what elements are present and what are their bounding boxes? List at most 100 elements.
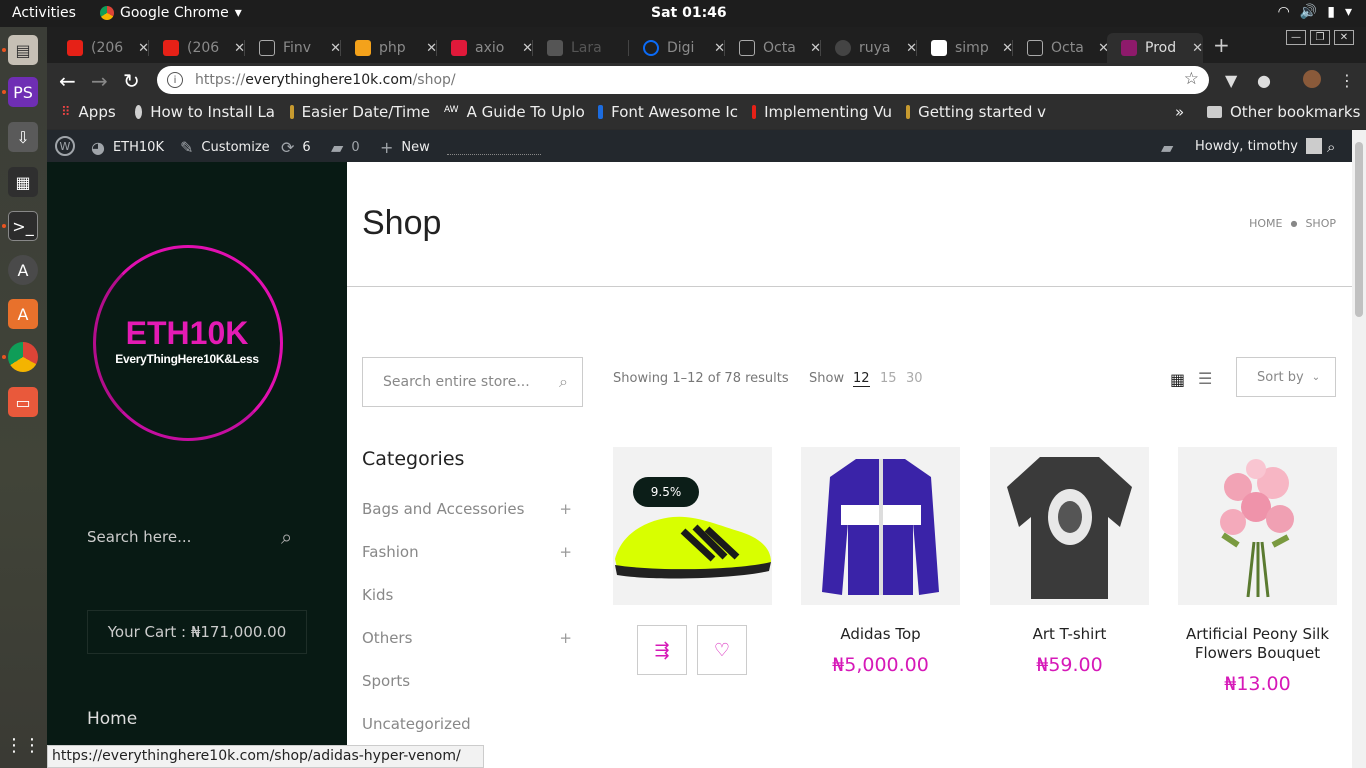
expand-icon[interactable]: + — [559, 500, 572, 518]
scrollbar-thumb[interactable] — [1355, 142, 1363, 317]
minimize-icon[interactable]: — — [1286, 30, 1306, 45]
menu-icon[interactable]: ⋮ — [1339, 71, 1355, 90]
product-image[interactable] — [990, 447, 1149, 605]
expand-icon[interactable]: + — [559, 543, 572, 561]
files-icon[interactable]: ▤ — [8, 35, 38, 65]
wp-site-name[interactable]: ◕ ETH10K — [91, 138, 164, 157]
wp-customize[interactable]: ✎ Customize — [180, 138, 270, 157]
bookmark-item[interactable]: AW A Guide To Uploa — [444, 103, 584, 121]
browser-tab[interactable]: Octa ✕ — [725, 33, 821, 63]
video-editor-icon[interactable]: ▦ — [8, 167, 38, 197]
show-apps-icon[interactable]: ⋮⋮ — [5, 730, 41, 760]
chrome-dock-icon[interactable] — [8, 342, 38, 372]
extension-icon[interactable]: ● — [1257, 71, 1271, 90]
wp-howdy[interactable]: Howdy, timothy — [1195, 138, 1322, 154]
bookmark-label: Easier Date/Time — [301, 103, 430, 121]
per-page-12[interactable]: 12 — [853, 371, 870, 387]
browser-tab[interactable]: (206 ✕ — [149, 33, 245, 63]
updater-icon[interactable]: A — [8, 255, 38, 285]
product-image[interactable]: 9.5% — [613, 447, 772, 605]
category-item[interactable]: Uncategorized — [362, 715, 572, 733]
page-scrollbar[interactable] — [1352, 130, 1366, 768]
product-card[interactable]: Artificial Peony Silk Flowers Bouquet ₦1… — [1178, 447, 1337, 695]
logo-title[interactable]: ETH10K — [47, 315, 327, 352]
info-icon[interactable]: i — [167, 72, 183, 88]
product-name[interactable]: Artificial Peony Silk Flowers Bouquet — [1178, 625, 1337, 663]
reload-icon[interactable]: ↻ — [123, 69, 140, 93]
close-icon[interactable]: ✕ — [1334, 30, 1354, 45]
bookmark-star-icon[interactable]: ☆ — [1184, 69, 1199, 89]
category-item[interactable]: Others + — [362, 629, 572, 647]
search-icon[interactable]: ⌕ — [1327, 138, 1335, 156]
browser-tab[interactable]: Digi ✕ — [629, 33, 725, 63]
wp-comments[interactable]: ▰ 0 — [331, 138, 360, 157]
browser-tab[interactable]: Lara — [533, 33, 629, 63]
per-page-15[interactable]: 15 — [880, 371, 897, 386]
per-page-30[interactable]: 30 — [906, 371, 923, 386]
category-item[interactable]: Sports — [362, 672, 572, 690]
cart-button[interactable]: Your Cart : ₦171,000.00 — [87, 610, 307, 654]
more-bookmarks-icon[interactable]: » — [1175, 103, 1184, 121]
new-tab-button[interactable]: + — [1213, 33, 1230, 57]
wp-notification-icon[interactable]: ▰ — [1161, 138, 1173, 157]
forward-icon[interactable]: → — [91, 69, 108, 93]
expand-icon[interactable]: + — [559, 629, 572, 647]
sort-dropdown[interactable]: Sort by ⌄ — [1236, 357, 1336, 397]
wordpress-logo-icon[interactable]: W — [55, 136, 75, 156]
bookmark-item[interactable]: Easier Date/Time — [290, 103, 430, 121]
app-menu[interactable]: Google Chrome ▾ — [100, 5, 242, 21]
grid-view-icon[interactable]: ▦ — [1170, 370, 1185, 389]
vue-devtools-icon[interactable]: ▼ — [1225, 71, 1237, 90]
browser-tab-active[interactable]: Prod ✕ — [1107, 33, 1203, 63]
terminal-icon[interactable]: >_ — [8, 211, 38, 241]
updates-icon: ⟳ — [281, 138, 295, 157]
product-name[interactable]: Art T-shirt — [990, 625, 1149, 644]
product-image[interactable] — [1178, 447, 1337, 605]
bookmark-label: A Guide To Uploa — [466, 103, 584, 121]
close-icon[interactable]: ✕ — [1192, 41, 1203, 56]
store-search-input[interactable]: Search entire store... ⌕ — [362, 357, 583, 407]
browser-tab[interactable]: ruya ✕ — [821, 33, 917, 63]
nav-home[interactable]: Home — [87, 709, 137, 729]
software-center-icon[interactable]: A — [8, 299, 38, 329]
browser-tab[interactable]: (206 ✕ — [53, 33, 149, 63]
search-icon[interactable]: ⌕ — [281, 525, 292, 549]
system-tray[interactable]: ◠ 🔊 ▮ ▾ — [1278, 4, 1352, 20]
sidebar-search-input[interactable]: Search here... — [87, 528, 307, 546]
bookmark-item[interactable]: Implementing Vu — [752, 103, 892, 121]
browser-tab[interactable]: php ✕ — [341, 33, 437, 63]
clock[interactable]: Sat 01:46 — [651, 5, 727, 21]
address-bar[interactable]: i https://everythinghere10k.com/shop/ ☆ — [157, 66, 1209, 94]
search-icon[interactable]: ⌕ — [559, 372, 568, 392]
breadcrumb-home[interactable]: HOME — [1249, 217, 1282, 230]
category-item[interactable]: Kids — [362, 586, 572, 604]
bookmark-item[interactable]: How to Install La — [135, 103, 275, 121]
wp-updates[interactable]: ⟳ 6 — [281, 138, 311, 157]
product-card[interactable]: Art T-shirt ₦59.00 — [990, 447, 1149, 676]
add-to-cart-button[interactable]: ⇶ — [637, 625, 687, 675]
profile-avatar[interactable] — [1303, 70, 1321, 88]
product-card[interactable]: Adidas Top ₦5,000.00 — [801, 447, 960, 676]
wishlist-button[interactable]: ♡ — [697, 625, 747, 675]
browser-tab[interactable]: Finv ✕ — [245, 33, 341, 63]
installer-icon[interactable]: ⇩ — [8, 122, 38, 152]
category-item[interactable]: Bags and Accessories + — [362, 500, 572, 518]
activities-button[interactable]: Activities — [12, 5, 76, 21]
maximize-icon[interactable]: ❐ — [1310, 30, 1330, 45]
back-icon[interactable]: ← — [59, 69, 76, 93]
category-item[interactable]: Fashion + — [362, 543, 572, 561]
folder-icon[interactable]: ▭ — [8, 387, 38, 417]
phpstorm-icon[interactable]: PS — [8, 77, 38, 107]
browser-tab[interactable]: axio ✕ — [437, 33, 533, 63]
other-bookmarks-folder[interactable]: Other bookmarks — [1207, 103, 1360, 121]
product-card[interactable]: 9.5% — [613, 447, 772, 605]
wp-new[interactable]: + New — [380, 138, 430, 157]
bookmark-item[interactable]: Getting started v — [906, 103, 1046, 121]
product-image[interactable] — [801, 447, 960, 605]
bookmark-item[interactable]: Font Awesome Ic — [598, 103, 738, 121]
browser-tab[interactable]: simp ✕ — [917, 33, 1013, 63]
football-boot-image — [615, 516, 771, 579]
product-name[interactable]: Adidas Top — [801, 625, 960, 644]
list-view-icon[interactable]: ☰ — [1198, 369, 1212, 388]
browser-tab[interactable]: Octa ✕ — [1013, 33, 1109, 63]
